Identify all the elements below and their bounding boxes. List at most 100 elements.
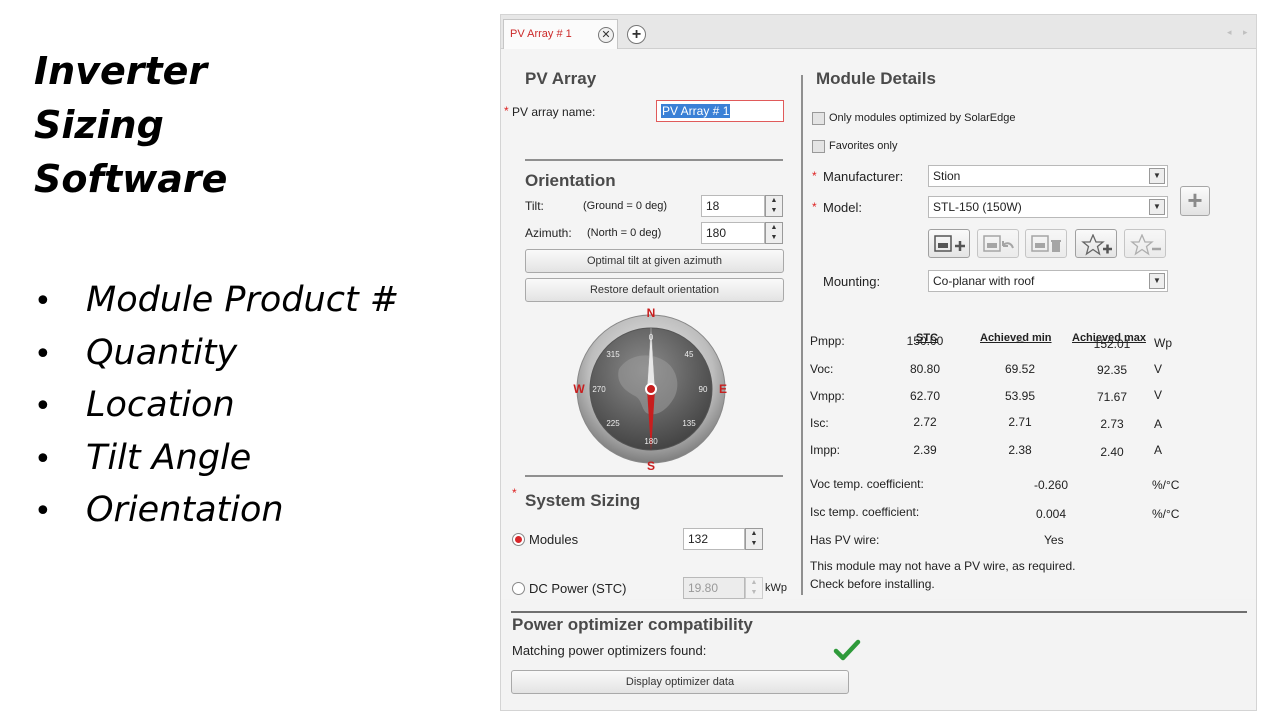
add-favorite-icon[interactable] <box>1075 229 1117 258</box>
pv-wire-warning-line-2: Check before installing. <box>810 577 935 591</box>
favorites-label: Favorites only <box>829 140 898 152</box>
isc-temp-label: Isc temp. coefficient: <box>810 505 920 519</box>
tilt-label: Tilt: <box>525 199 544 213</box>
restore-orientation-button[interactable]: Restore default orientation <box>525 278 784 302</box>
required-marker: * <box>812 200 817 214</box>
pv-array-name-field[interactable]: PV Array # 1 <box>656 100 784 122</box>
divider <box>511 611 1247 613</box>
compass-45-label: 45 <box>685 350 694 359</box>
manufacturer-select[interactable]: Stion <box>928 165 1168 187</box>
scroll-right-icon[interactable]: ▸ <box>1243 27 1248 38</box>
compass-90-label: 90 <box>699 385 708 394</box>
bullet-dot-icon: • <box>34 494 52 529</box>
voc-temp-unit: %/°C <box>1152 478 1180 492</box>
dc-power-radio[interactable] <box>512 582 525 595</box>
matching-optimizers-label: Matching power optimizers found: <box>512 643 707 658</box>
tilt-stepper-icon[interactable]: ▲ ▼ <box>765 195 783 217</box>
dc-power-unit: kWp <box>765 582 787 594</box>
max-value: 92.35 <box>1096 363 1128 377</box>
max-value: 2.40 <box>1100 445 1124 459</box>
dc-power-stepper-icon[interactable]: ▲ ▼ <box>745 577 763 599</box>
tab-bar: PV Array # 1 ✕ + ◂ ▸ <box>501 15 1256 49</box>
unit-label: A <box>1154 417 1163 431</box>
remove-favorite-icon[interactable] <box>1124 229 1166 258</box>
bullet-dot-icon: • <box>34 284 52 319</box>
min-value: 53.95 <box>1004 389 1036 403</box>
model-dropdown-icon[interactable]: ▼ <box>1149 199 1165 215</box>
close-tab-icon[interactable]: ✕ <box>598 27 614 43</box>
azimuth-stepper-icon[interactable]: ▲ ▼ <box>765 222 783 244</box>
unit-label: A <box>1154 443 1163 457</box>
mounting-value: Co-planar with roof <box>933 274 1035 288</box>
optimal-tilt-button[interactable]: Optimal tilt at given azimuth <box>525 249 784 273</box>
min-value: 69.52 <box>1004 362 1036 376</box>
slide-bullet-list: • Module Product # • Quantity • Location • T… <box>34 275 474 538</box>
dc-power-input[interactable]: 19.80 <box>683 577 745 599</box>
stc-value: 62.70 <box>909 389 941 403</box>
required-marker: * <box>812 169 817 183</box>
model-value: STL-150 (150W) <box>933 200 1022 214</box>
app-window: PV Array # 1 ✕ + ◂ ▸ PV Array * PV array… <box>500 14 1257 711</box>
stc-value: 2.72 <box>913 415 937 429</box>
compass-w-label: W <box>573 382 585 396</box>
min-value: -- <box>1016 334 1024 348</box>
delete-module-icon[interactable] <box>1025 229 1067 258</box>
min-value: 2.71 <box>1008 415 1032 429</box>
system-sizing-heading: System Sizing <box>525 491 641 510</box>
azimuth-label: Azimuth: <box>525 226 572 240</box>
revert-module-icon[interactable] <box>977 229 1019 258</box>
modules-input[interactable]: 132 <box>683 528 745 550</box>
only-solaredge-checkbox[interactable] <box>812 112 825 125</box>
param-label: Voc: <box>810 362 834 376</box>
model-select[interactable]: STL-150 (150W) <box>928 196 1168 218</box>
modules-stepper-icon[interactable]: ▲ ▼ <box>745 528 763 550</box>
favorites-checkbox[interactable] <box>812 140 825 153</box>
modules-radio[interactable] <box>512 533 525 546</box>
compass-icon: N S E W 0 45 90 135 180 225 270 315 <box>573 306 727 473</box>
manufacturer-dropdown-icon[interactable]: ▼ <box>1149 168 1165 184</box>
tab-pv-array-1[interactable]: PV Array # 1 ✕ <box>503 19 618 49</box>
only-solaredge-label: Only modules optimized by SolarEdge <box>829 112 1016 124</box>
bullet-text: Quantity <box>86 332 238 373</box>
tab-label: PV Array # 1 <box>510 28 572 40</box>
mounting-select[interactable]: Co-planar with roof <box>928 270 1168 292</box>
bullet-item: • Tilt Angle <box>34 433 474 486</box>
slide-title-line-2: Sizing <box>34 103 164 147</box>
min-value: 2.38 <box>1008 443 1032 457</box>
tilt-hint: (Ground = 0 deg) <box>583 200 668 212</box>
display-optimizer-data-button[interactable]: Display optimizer data <box>511 670 849 694</box>
slide-title-line-3: Software <box>34 157 228 201</box>
pv-wire-warning-line-1: This module may not have a PV wire, as r… <box>810 559 1076 573</box>
bullet-item: • Module Product # <box>34 275 474 328</box>
stc-value: 80.80 <box>909 362 941 376</box>
column-divider <box>801 75 803 595</box>
bullet-text: Orientation <box>86 490 284 530</box>
bullet-item: • Location <box>34 380 474 433</box>
pv-array-name-label: PV array name: <box>512 105 596 119</box>
add-tab-icon[interactable]: + <box>627 25 646 44</box>
bullet-dot-icon: • <box>34 336 52 372</box>
unit-label: Wp <box>1154 336 1172 350</box>
slide-title-line-1: Inverter <box>34 49 208 93</box>
save-module-icon[interactable] <box>928 229 970 258</box>
compass-270-label: 270 <box>592 385 606 394</box>
param-label: Impp: <box>810 443 841 457</box>
compass-315-label: 315 <box>606 350 620 359</box>
orientation-compass[interactable]: N S E W 0 45 90 135 180 225 270 315 <box>571 304 731 474</box>
param-label: Pmpp: <box>810 334 845 348</box>
azimuth-input[interactable]: 180 <box>701 222 765 244</box>
manufacturer-value: Stion <box>933 169 961 183</box>
mounting-dropdown-icon[interactable]: ▼ <box>1149 273 1165 289</box>
compass-180-label: 180 <box>644 437 658 446</box>
orientation-heading: Orientation <box>525 171 616 190</box>
scroll-left-icon[interactable]: ◂ <box>1227 27 1232 38</box>
add-manufacturer-button[interactable]: + <box>1180 186 1210 216</box>
unit-label: V <box>1154 362 1163 376</box>
divider <box>525 159 783 161</box>
bullet-text: Tilt Angle <box>86 437 252 478</box>
optimizer-compatibility-panel: Power optimizer compatibility Matching p… <box>501 599 1256 710</box>
bullet-item: • Quantity <box>34 328 474 381</box>
tilt-input[interactable]: 18 <box>701 195 765 217</box>
pv-array-name-value: PV Array # 1 <box>661 104 731 118</box>
param-label: Vmpp: <box>810 389 845 403</box>
